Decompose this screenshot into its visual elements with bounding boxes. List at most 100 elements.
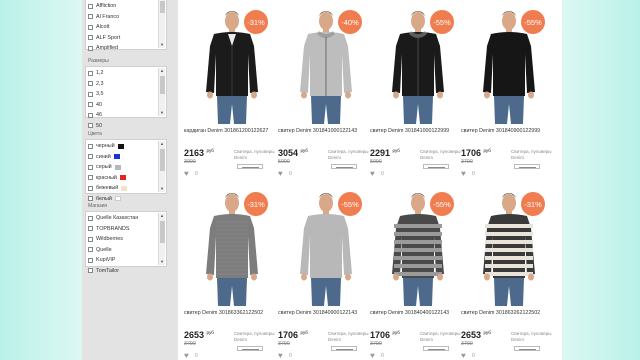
heart-icon[interactable]: ♥: [461, 351, 466, 360]
store-logo[interactable]: [331, 346, 357, 351]
product-card[interactable]: -40% свитер Denim 301841000122143 3054 руб…: [278, 2, 370, 178]
size-checkbox[interactable]: [88, 102, 93, 108]
product-category: Свитера, пуловеры Denim: [511, 331, 552, 342]
color-checkbox[interactable]: [88, 185, 93, 191]
shop-checkbox[interactable]: [88, 257, 93, 263]
product-card[interactable]: -31% кардиган Denim 301861200122627 2163 р…: [184, 2, 276, 178]
product-card[interactable]: -31% свитер Denim 301863262122502 2653 руб…: [461, 184, 553, 360]
product-card[interactable]: -55% свитер Denim 301840400122143 1706 руб…: [370, 184, 462, 360]
store-logo[interactable]: [237, 346, 263, 351]
size-checkbox[interactable]: [88, 123, 93, 129]
color-option[interactable]: черный: [88, 141, 160, 152]
size-option[interactable]: 46: [88, 110, 160, 121]
heart-icon[interactable]: ♥: [370, 169, 375, 178]
product-name-link[interactable]: свитер Denim 301841000122999: [370, 128, 449, 134]
brand-checkbox[interactable]: [88, 45, 93, 51]
colors-scrollbar[interactable]: ▲ ▼: [158, 141, 165, 192]
shop-option[interactable]: TOPBRANDS: [88, 224, 160, 235]
brand-checkbox[interactable]: [88, 24, 93, 30]
heart-icon[interactable]: ♥: [184, 169, 189, 178]
heart-icon[interactable]: ♥: [278, 169, 283, 178]
shop-option-label: TomTailor: [96, 267, 120, 274]
shop-option[interactable]: KupiVIP: [88, 255, 160, 266]
sizes-filter-box: 1,2 2,3 3,5 40 46 50 ▲ ▼: [85, 66, 167, 129]
product-card[interactable]: -55% свитер Denim 301840900122143 1706 руб…: [278, 184, 370, 360]
like-count: 0: [381, 171, 384, 177]
color-option-label: белый: [96, 195, 112, 202]
heart-icon[interactable]: ♥: [370, 351, 375, 360]
color-option[interactable]: бежевый: [88, 183, 160, 194]
price-currency: руб: [483, 330, 491, 335]
product-name-link[interactable]: свитер Denim 301840900122999: [461, 128, 540, 134]
color-checkbox[interactable]: [88, 164, 93, 170]
old-price: 3790: [370, 341, 382, 347]
size-checkbox[interactable]: [88, 112, 93, 118]
color-option[interactable]: красный: [88, 173, 160, 184]
price-currency: руб: [206, 148, 214, 153]
price-currency: руб: [206, 330, 214, 335]
brand-scrollbar[interactable]: ▼: [158, 0, 165, 48]
brand-option[interactable]: Alcott: [88, 22, 160, 33]
heart-icon[interactable]: ♥: [184, 351, 189, 360]
store-logo[interactable]: [237, 164, 263, 169]
shop-option[interactable]: TomTailor: [88, 266, 160, 277]
product-card[interactable]: -55% свитер Denim 301841000122999 2291 руб…: [370, 2, 462, 178]
size-checkbox[interactable]: [88, 70, 93, 76]
color-swatch: [114, 196, 121, 202]
store-logo[interactable]: [514, 346, 540, 351]
shops-filter-list: Quelle Казахстан TOPBRANDS Wildberries Quel…: [88, 213, 160, 276]
color-option[interactable]: серый: [88, 162, 160, 173]
colors-filter-box: черный синий серый красный бежевый белый ▲ ▼: [85, 139, 167, 202]
product-name-link[interactable]: свитер Denim 301840400122143: [370, 310, 449, 316]
brand-option[interactable]: Amplified: [88, 43, 160, 54]
product-name-link[interactable]: свитер Denim 301841000122143: [278, 128, 357, 134]
size-option[interactable]: 3,5: [88, 89, 160, 100]
color-checkbox[interactable]: [88, 196, 93, 202]
shop-option[interactable]: Quelle Казахстан: [88, 213, 160, 224]
size-option[interactable]: 50: [88, 121, 160, 132]
brand-option[interactable]: Al Franco: [88, 12, 160, 23]
size-option[interactable]: 2,3: [88, 79, 160, 90]
size-option-label: 2,3: [96, 80, 104, 87]
product-name-link[interactable]: свитер Denim 301840900122143: [278, 310, 357, 316]
shop-option-label: Wildberries: [96, 236, 123, 243]
shop-checkbox[interactable]: [88, 236, 93, 242]
store-logo[interactable]: [514, 164, 540, 169]
color-checkbox[interactable]: [88, 143, 93, 149]
shop-checkbox[interactable]: [88, 226, 93, 232]
shop-option[interactable]: Quelle: [88, 245, 160, 256]
size-option[interactable]: 40: [88, 100, 160, 111]
product-name-link[interactable]: свитер Denim 301863362122502: [184, 310, 263, 316]
brand-option[interactable]: ALF Sport: [88, 33, 160, 44]
shop-checkbox[interactable]: [88, 268, 93, 274]
price-currency: руб: [483, 148, 491, 153]
shop-checkbox[interactable]: [88, 215, 93, 221]
product-card[interactable]: -31% свитер Denim 301863362122502 2653 руб…: [184, 184, 276, 360]
color-option[interactable]: синий: [88, 152, 160, 163]
shop-checkbox[interactable]: [88, 247, 93, 253]
sizes-scrollbar[interactable]: ▲ ▼: [158, 68, 165, 116]
color-checkbox[interactable]: [88, 175, 93, 181]
shop-option[interactable]: Wildberries: [88, 234, 160, 245]
product-price: 1706 руб: [370, 330, 400, 340]
product-card[interactable]: -55% свитер Denim 301840900122999 1706 руб…: [461, 2, 553, 178]
discount-badge: -55%: [338, 192, 362, 216]
brand-checkbox[interactable]: [88, 14, 93, 20]
discount-badge: -55%: [430, 192, 454, 216]
color-checkbox[interactable]: [88, 154, 93, 160]
brand-checkbox[interactable]: [88, 3, 93, 9]
shops-filter-title: Магазин: [88, 203, 108, 209]
store-logo[interactable]: [423, 346, 449, 351]
heart-icon[interactable]: ♥: [461, 169, 466, 178]
brand-option[interactable]: Affliction: [88, 1, 160, 12]
size-checkbox[interactable]: [88, 81, 93, 87]
size-checkbox[interactable]: [88, 91, 93, 97]
size-option[interactable]: 1,2: [88, 68, 160, 79]
product-name-link[interactable]: свитер Denim 301863262122502: [461, 310, 540, 316]
shops-scrollbar[interactable]: ▲ ▼: [158, 213, 165, 265]
brand-checkbox[interactable]: [88, 35, 93, 41]
store-logo[interactable]: [331, 164, 357, 169]
store-logo[interactable]: [423, 164, 449, 169]
heart-icon[interactable]: ♥: [278, 351, 283, 360]
product-name-link[interactable]: кардиган Denim 301861200122627: [184, 128, 268, 134]
